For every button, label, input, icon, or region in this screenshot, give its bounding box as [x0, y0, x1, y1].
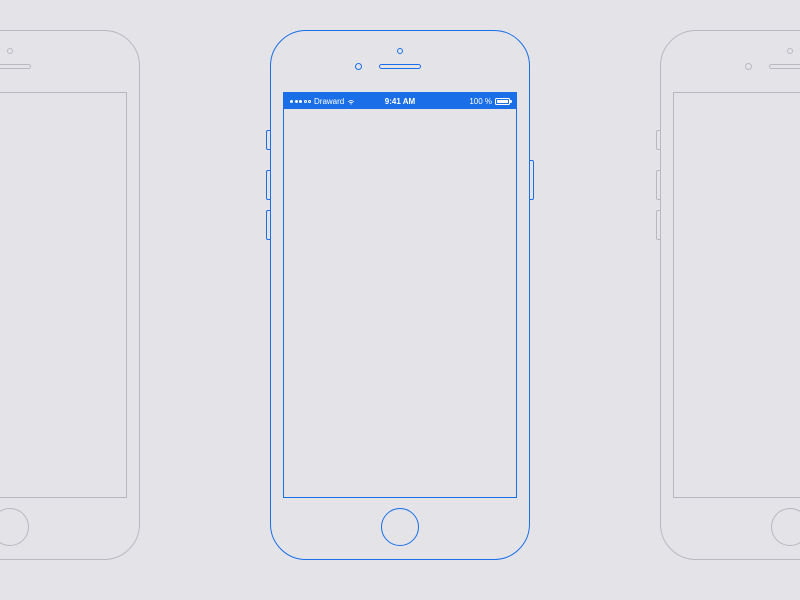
- phone-wireframe-left: [0, 30, 140, 560]
- phone-screen: Draward 9:41 AM 100 %: [283, 92, 517, 498]
- phone-wireframe-right: [660, 30, 800, 560]
- proximity-sensor: [7, 48, 13, 54]
- volume-down: [266, 210, 270, 240]
- mute-switch: [266, 130, 270, 150]
- front-camera: [745, 63, 752, 70]
- proximity-sensor: [397, 48, 403, 54]
- battery-pct-label: 100 %: [469, 97, 492, 106]
- front-camera: [355, 63, 362, 70]
- volume-up: [266, 170, 270, 200]
- mute-switch: [656, 130, 660, 150]
- volume-down: [656, 210, 660, 240]
- status-left: Draward: [290, 97, 355, 106]
- phone-wireframe-center: Draward 9:41 AM 100 %: [270, 30, 530, 560]
- earpiece-speaker: [769, 64, 800, 69]
- carrier-label: Draward: [314, 97, 344, 106]
- wifi-icon: [347, 98, 355, 104]
- clock-label: 9:41 AM: [385, 97, 415, 106]
- ios-status-bar: Draward 9:41 AM 100 %: [284, 93, 516, 109]
- status-right: 100 %: [469, 97, 510, 106]
- signal-dots-icon: [290, 100, 311, 103]
- power-button: [530, 160, 534, 200]
- phone-screen: [0, 92, 127, 498]
- phone-screen: [673, 92, 800, 498]
- battery-icon: [495, 98, 510, 105]
- proximity-sensor: [787, 48, 793, 54]
- earpiece-speaker: [379, 64, 421, 69]
- volume-up: [656, 170, 660, 200]
- home-button: [381, 508, 419, 546]
- earpiece-speaker: [0, 64, 31, 69]
